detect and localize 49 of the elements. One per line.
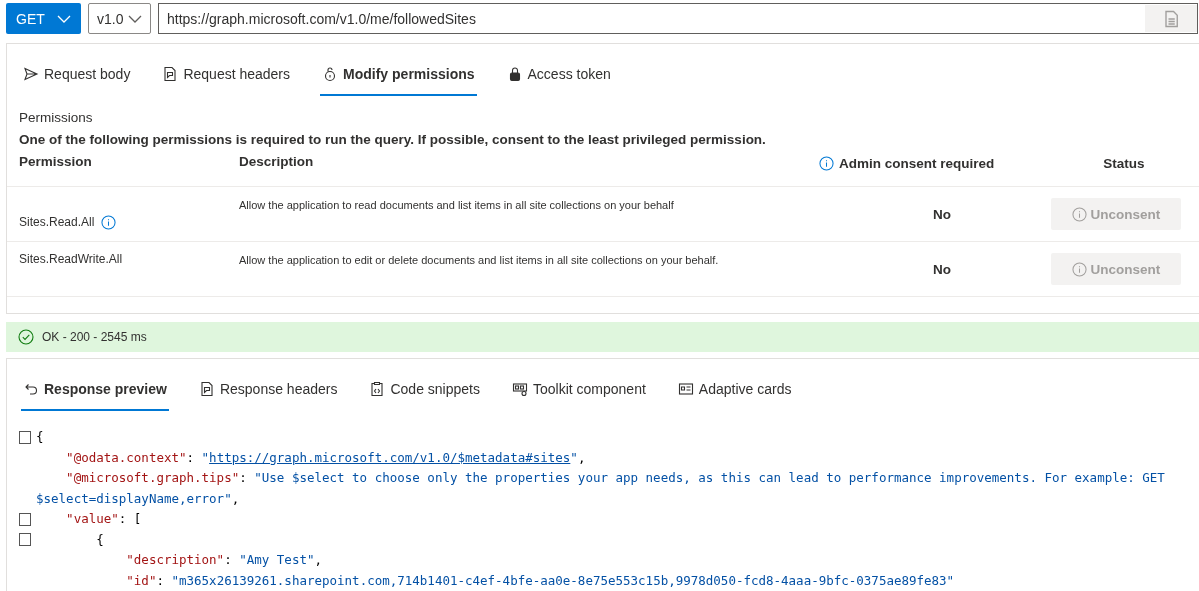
tab[interactable]: Modify permissions xyxy=(320,66,477,96)
version-dropdown[interactable]: v1.0 xyxy=(88,3,151,34)
code-line: "@odata.context": "https://graph.microsoft.com/v1.0/$metadata#sites", xyxy=(65,448,586,467)
code-line: { xyxy=(95,530,104,549)
fold-toggle[interactable] xyxy=(19,430,31,444)
admin-consent-value: No xyxy=(932,205,952,224)
tab[interactable]: Request body xyxy=(21,66,133,96)
send-icon xyxy=(23,66,39,82)
column-header: Permission xyxy=(19,153,93,171)
code-line: { xyxy=(36,428,44,446)
permission-description: Allow the application to edit or delete documents and list items in all site collections on your behalf. xyxy=(239,253,720,268)
status-text: OK - 200 - 2545 ms xyxy=(42,329,147,344)
permissions-note: One of the following permissions is required to run the query. If possible, consent to the least privileged permission. xyxy=(18,131,767,147)
permission-name: Sites.ReadWrite.All xyxy=(19,252,123,266)
code-line: "value": [ xyxy=(65,510,142,528)
tab[interactable]: Request headers xyxy=(160,66,293,96)
info-icon xyxy=(819,156,834,171)
check-circle-icon xyxy=(18,328,34,345)
tab[interactable]: Code snippets xyxy=(367,381,482,411)
column-header: Status xyxy=(1102,155,1146,173)
contact-card-icon xyxy=(677,381,694,397)
toolkit-icon xyxy=(512,381,528,397)
document-icon xyxy=(162,66,179,82)
info-icon xyxy=(1071,206,1087,222)
chevron-down-icon xyxy=(128,14,142,23)
column-header: Admin consent required xyxy=(839,156,995,171)
code-line: "id": "m365x26139261.sharepoint.com,714b1401-c4ef-4bfe-aa0e-8e75e553c15b,9978d050-fcd8-4aaa-9bfc-0375ae89fe83" xyxy=(125,571,955,590)
chevron-down-icon xyxy=(57,14,71,23)
tab[interactable]: Response preview xyxy=(21,381,169,411)
tab[interactable]: Adaptive cards xyxy=(675,381,794,411)
document-icon xyxy=(198,381,215,397)
fold-toggle[interactable] xyxy=(19,512,31,526)
permission-name: Sites.Read.All xyxy=(19,215,95,229)
code-line: "description": "Amy Test", xyxy=(125,551,322,569)
url-field[interactable]: https://graph.microsoft.com/v1.0/me/followedSites xyxy=(158,3,1198,34)
tab[interactable]: Toolkit component xyxy=(510,381,648,411)
section-title: Permissions xyxy=(18,109,94,125)
permission-description: Allow the application to read documents and list items in all site collections on your behalf xyxy=(239,198,675,213)
admin-consent-value: No xyxy=(932,260,952,279)
column-header: Description xyxy=(239,153,315,171)
undo-arrow-icon xyxy=(23,381,39,397)
clipboard-code-icon xyxy=(369,381,386,397)
code-line: $select=displayName,error", xyxy=(36,489,240,508)
tab[interactable]: Access token xyxy=(504,66,613,96)
tab[interactable]: Response headers xyxy=(196,381,340,411)
info-icon xyxy=(1071,261,1087,277)
code-line: "@microsoft.graph.tips": "Use $select to choose only the properties your app needs, as this can lead to performance improvements. For example: GET xyxy=(65,469,1165,487)
fold-toggle[interactable] xyxy=(19,533,31,547)
method-dropdown[interactable]: GET xyxy=(6,3,81,34)
